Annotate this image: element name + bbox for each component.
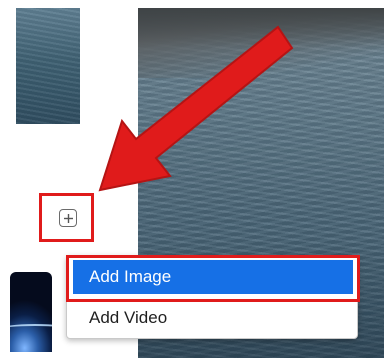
- menu-item-add-video[interactable]: Add Video: [73, 301, 353, 335]
- add-image-highlight: [66, 255, 360, 302]
- coastline-image-area: [138, 8, 384, 78]
- slide-thumbnail-sea[interactable]: [16, 8, 80, 124]
- add-button-highlight: [39, 193, 94, 242]
- slide-thumbnail-earth[interactable]: [10, 272, 52, 352]
